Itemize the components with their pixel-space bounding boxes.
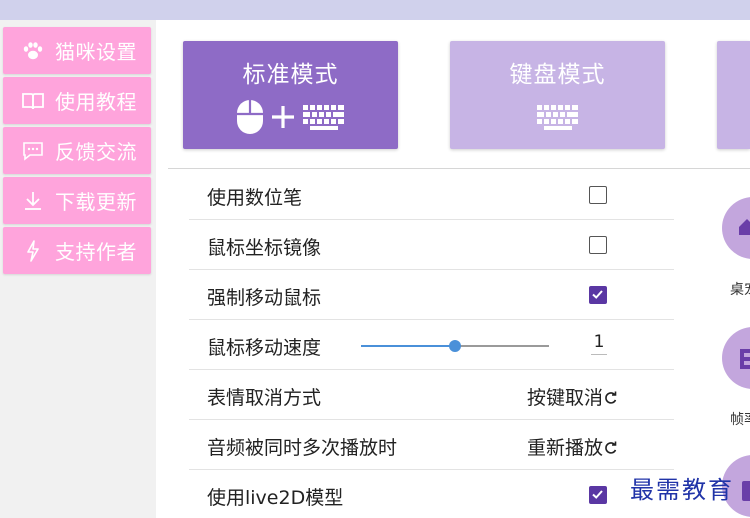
setting-label: 音频被同时多次播放时 xyxy=(207,437,398,459)
sidebar: 猫咪设置 使用教程 反馈交流 下载更新 支持作者 xyxy=(0,20,156,518)
setting-label: 使用live2D模型 xyxy=(207,487,344,509)
mode-card-standard[interactable]: 标准模式 xyxy=(183,41,398,149)
book-icon xyxy=(19,92,47,110)
setting-label: 鼠标移动速度 xyxy=(207,337,322,359)
sidebar-item-label: 猫咪设置 xyxy=(55,40,137,64)
sidebar-item-download[interactable]: 下载更新 xyxy=(3,177,151,224)
framerate-button[interactable] xyxy=(722,327,750,389)
emote-cancel-cycle-button[interactable]: 按键取消 xyxy=(527,383,619,410)
sidebar-item-label: 下载更新 xyxy=(55,190,137,214)
cycle-value: 重新播放 xyxy=(527,437,604,459)
mode-title: 标准模式 xyxy=(242,62,339,88)
partial-icon xyxy=(742,481,750,505)
chat-icon xyxy=(19,141,47,161)
bolt-icon xyxy=(19,239,47,262)
sidebar-item-label: 反馈交流 xyxy=(55,140,137,164)
mode-card-partial[interactable] xyxy=(717,41,750,149)
sidebar-item-feedback[interactable]: 反馈交流 xyxy=(3,127,151,174)
speed-slider-thumb[interactable] xyxy=(449,340,461,352)
grid-icon xyxy=(740,349,750,373)
paw-icon xyxy=(19,41,47,61)
setting-row-force-move: 强制移动鼠标 xyxy=(189,270,674,320)
refresh-icon xyxy=(603,387,619,409)
mode-card-keyboard[interactable]: 键盘模式 xyxy=(450,41,665,149)
title-bar xyxy=(0,0,750,20)
setting-row-mirror: 鼠标坐标镜像 xyxy=(189,220,674,270)
setting-label: 鼠标坐标镜像 xyxy=(207,237,322,259)
mode-title: 键盘模式 xyxy=(509,62,606,88)
section-divider xyxy=(168,168,750,169)
sidebar-item-label: 支持作者 xyxy=(55,240,137,264)
setting-row-audio-replay: 音频被同时多次播放时 重新播放 xyxy=(189,420,674,470)
setting-row-mouse-speed: 鼠标移动速度 1 xyxy=(189,320,674,370)
setting-label: 表情取消方式 xyxy=(207,387,322,409)
home-icon xyxy=(739,219,750,239)
keyboard-icon xyxy=(302,103,346,135)
mouse-icon xyxy=(236,99,264,139)
setting-row-live2d: 使用live2D模型 xyxy=(189,470,674,518)
right-panel-label: 桌宠 xyxy=(730,282,750,298)
mirror-checkbox[interactable] xyxy=(589,236,607,254)
sidebar-item-support[interactable]: 支持作者 xyxy=(3,227,151,274)
setting-label: 强制移动鼠标 xyxy=(207,287,322,309)
sidebar-item-cat-settings[interactable]: 猫咪设置 xyxy=(3,27,151,74)
setting-row-emote-cancel: 表情取消方式 按键取消 xyxy=(189,370,674,420)
speed-slider-fill xyxy=(361,345,455,347)
setting-row-pen: 使用数位笔 xyxy=(189,170,674,220)
sidebar-item-label: 使用教程 xyxy=(55,90,137,114)
watermark: 最需教育 xyxy=(630,476,734,504)
speed-slider[interactable] xyxy=(361,340,549,352)
pen-checkbox[interactable] xyxy=(589,186,607,204)
speed-value[interactable]: 1 xyxy=(591,332,607,355)
sidebar-item-tutorial[interactable]: 使用教程 xyxy=(3,77,151,124)
download-icon xyxy=(19,190,47,212)
desktop-pet-button[interactable] xyxy=(722,197,750,259)
audio-replay-cycle-button[interactable]: 重新播放 xyxy=(527,433,619,460)
live2d-checkbox[interactable] xyxy=(589,486,607,504)
keyboard-icon xyxy=(536,103,580,135)
setting-label: 使用数位笔 xyxy=(207,187,303,209)
main-panel: 标准模式 键盘模式 使用数位笔 鼠标坐标镜像 强制移动鼠标 鼠标移动速度 1 表… xyxy=(156,20,750,518)
plus-icon xyxy=(270,104,296,134)
refresh-icon xyxy=(603,437,619,459)
right-panel-label: 帧率 xyxy=(730,412,750,428)
cycle-value: 按键取消 xyxy=(527,387,604,409)
force-move-checkbox[interactable] xyxy=(589,286,607,304)
